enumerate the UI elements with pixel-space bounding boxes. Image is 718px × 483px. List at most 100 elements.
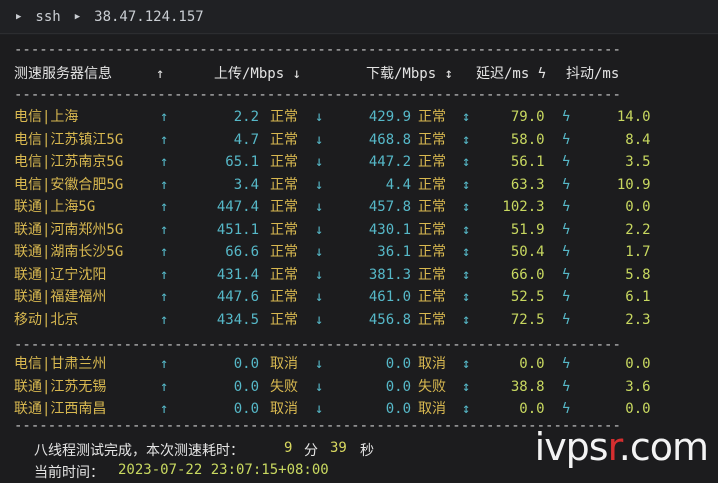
upload-status: 正常 <box>270 176 298 193</box>
title-bar: ▶ ssh ▶ 38.47.124.157 <box>0 0 718 34</box>
bolt-icon: ϟ <box>562 311 571 328</box>
upload-value: 3.4 <box>200 176 260 193</box>
upload-value: 4.7 <box>200 131 260 148</box>
latency-value: 66.0 <box>494 266 545 283</box>
server-name: 电信|上海 <box>14 109 79 125</box>
updown-arrow-icon: ↕ <box>462 131 471 148</box>
current-time: 2023-07-22 23:07:15+08:00 <box>118 462 329 478</box>
table-row: 电信|安徽合肥5G ↑ 3.4 正常 ↓ 4.4 正常 ↕ 63.3 ϟ 10.9 <box>0 174 718 196</box>
download-value: 456.8 <box>352 311 412 328</box>
download-value: 430.1 <box>352 221 412 238</box>
upload-status: 正常 <box>270 154 298 170</box>
chevron-right-icon[interactable]: ▶ <box>75 12 80 22</box>
download-value: 381.3 <box>352 266 412 283</box>
jitter-value: 3.5 <box>600 154 651 170</box>
download-value: 461.0 <box>352 289 412 305</box>
server-name: 联通|河南郑州5G <box>14 221 124 238</box>
latency-value: 63.3 <box>494 176 545 193</box>
up-arrow-icon: ↑ <box>160 266 169 283</box>
upload-value: 447.4 <box>200 199 260 215</box>
up-arrow-icon: ↑ <box>160 244 169 260</box>
jitter-value: 10.9 <box>600 176 651 193</box>
jitter-value: 8.4 <box>600 131 651 148</box>
down-arrow-icon: ↓ <box>315 199 324 215</box>
breadcrumb-ssh[interactable]: ssh <box>35 9 60 25</box>
download-status: 正常 <box>418 109 446 125</box>
up-arrow-icon: ↑ <box>160 289 169 305</box>
down-arrow-icon: ↓ <box>315 266 324 283</box>
jitter-value: 3.6 <box>600 378 651 395</box>
server-name: 联通|辽宁沈阳 <box>14 266 107 283</box>
upload-status: 正常 <box>270 244 298 260</box>
download-value: 457.8 <box>352 199 412 215</box>
up-arrow-icon: ↑ <box>160 154 169 170</box>
latency-value: 38.8 <box>494 378 545 395</box>
server-name: 联通|上海5G <box>14 199 96 215</box>
upload-value: 65.1 <box>200 154 260 170</box>
latency-value: 50.4 <box>494 244 545 260</box>
server-name: 电信|甘肃兰州 <box>14 356 107 372</box>
upload-value: 447.6 <box>200 289 260 305</box>
download-status: 正常 <box>418 311 446 328</box>
separator-line: ----------------------------------------… <box>14 418 621 434</box>
table-row: 联通|福建福州 ↑ 447.6 正常 ↓ 461.0 正常 ↕ 52.5 ϟ 6.1 <box>0 286 718 308</box>
jitter-value: 2.2 <box>600 221 651 238</box>
down-arrow-icon: ↓ <box>315 154 324 170</box>
server-name: 电信|安徽合肥5G <box>14 176 124 193</box>
breadcrumb-host[interactable]: 38.47.124.157 <box>94 9 204 25</box>
upload-status: 正常 <box>270 131 298 148</box>
download-status: 正常 <box>418 154 446 170</box>
latency-value: 72.5 <box>494 311 545 328</box>
upload-value: 2.2 <box>200 109 260 125</box>
table-row: 电信|江苏南京5G ↑ 65.1 正常 ↓ 447.2 正常 ↕ 56.1 ϟ 3.5 <box>0 151 718 173</box>
updown-arrow-icon: ↕ <box>462 289 471 305</box>
updown-arrow-icon: ↕ <box>462 311 471 328</box>
terminal-output[interactable]: ----------------------------------------… <box>0 35 718 483</box>
table-row: 联通|湖南长沙5G ↑ 66.6 正常 ↓ 36.1 正常 ↕ 50.4 ϟ 1.7 <box>0 241 718 263</box>
up-arrow-icon: ↑ <box>160 221 169 238</box>
down-arrow-icon: ↓ <box>315 131 324 148</box>
jitter-value: 5.8 <box>600 266 651 283</box>
elapsed-seconds: 39 <box>330 440 347 456</box>
bolt-icon: ϟ <box>562 289 571 305</box>
download-status: 正常 <box>418 131 446 148</box>
seconds-unit: 秒 <box>360 443 374 459</box>
bolt-icon: ϟ <box>562 244 571 260</box>
jitter-value: 0.0 <box>600 356 651 372</box>
bolt-icon: ϟ <box>562 154 571 170</box>
server-name: 联通|福建福州 <box>14 289 107 305</box>
jitter-value: 2.3 <box>600 311 651 328</box>
latency-value: 102.3 <box>494 199 545 215</box>
download-status: 正常 <box>418 244 446 260</box>
col-jitter-header: 抖动/ms <box>566 66 620 82</box>
bolt-icon: ϟ <box>562 199 571 215</box>
download-status: 正常 <box>418 266 446 283</box>
table-row: 联通|上海5G ↑ 447.4 正常 ↓ 457.8 正常 ↕ 102.3 ϟ 0.0 <box>0 196 718 218</box>
jitter-value: 1.7 <box>600 244 651 260</box>
download-status: 正常 <box>418 289 446 305</box>
server-name: 联通|江苏无锡 <box>14 378 107 395</box>
updown-arrow-icon: ↕ <box>462 109 471 125</box>
chevron-right-icon[interactable]: ▶ <box>16 12 21 22</box>
download-value: 0.0 <box>352 356 412 372</box>
bolt-icon: ϟ <box>562 266 571 283</box>
down-arrow-icon: ↓ <box>315 221 324 238</box>
bolt-icon: ϟ <box>562 131 571 148</box>
latency-value: 79.0 <box>494 109 545 125</box>
upload-status: 正常 <box>270 199 298 215</box>
table-row: 联通|河南郑州5G ↑ 451.1 正常 ↓ 430.1 正常 ↕ 51.9 ϟ 2.2 <box>0 219 718 241</box>
latency-value: 56.1 <box>494 154 545 170</box>
table-header: 测速服务器信息 ↑ 上传/Mbps ↓ 下载/Mbps ↕ 延迟/ms ϟ 抖动… <box>0 64 718 84</box>
table-row: 电信|江苏镇江5G ↑ 4.7 正常 ↓ 468.8 正常 ↕ 58.0 ϟ 8.4 <box>0 129 718 151</box>
upload-value: 451.1 <box>200 221 260 238</box>
up-arrow-icon: ↑ <box>160 356 169 372</box>
upload-value: 431.4 <box>200 266 260 283</box>
up-arrow-icon: ↑ <box>160 176 169 193</box>
upload-value: 434.5 <box>200 311 260 328</box>
table-row: 移动|北京 ↑ 434.5 正常 ↓ 456.8 正常 ↕ 72.5 ϟ 2.3 <box>0 309 718 331</box>
bolt-icon: ϟ <box>562 221 571 238</box>
server-name: 联通|湖南长沙5G <box>14 244 124 260</box>
table-row: 电信|上海 ↑ 2.2 正常 ↓ 429.9 正常 ↕ 79.0 ϟ 14.0 <box>0 106 718 128</box>
jitter-value: 6.1 <box>600 289 651 305</box>
download-value: 468.8 <box>352 131 412 148</box>
